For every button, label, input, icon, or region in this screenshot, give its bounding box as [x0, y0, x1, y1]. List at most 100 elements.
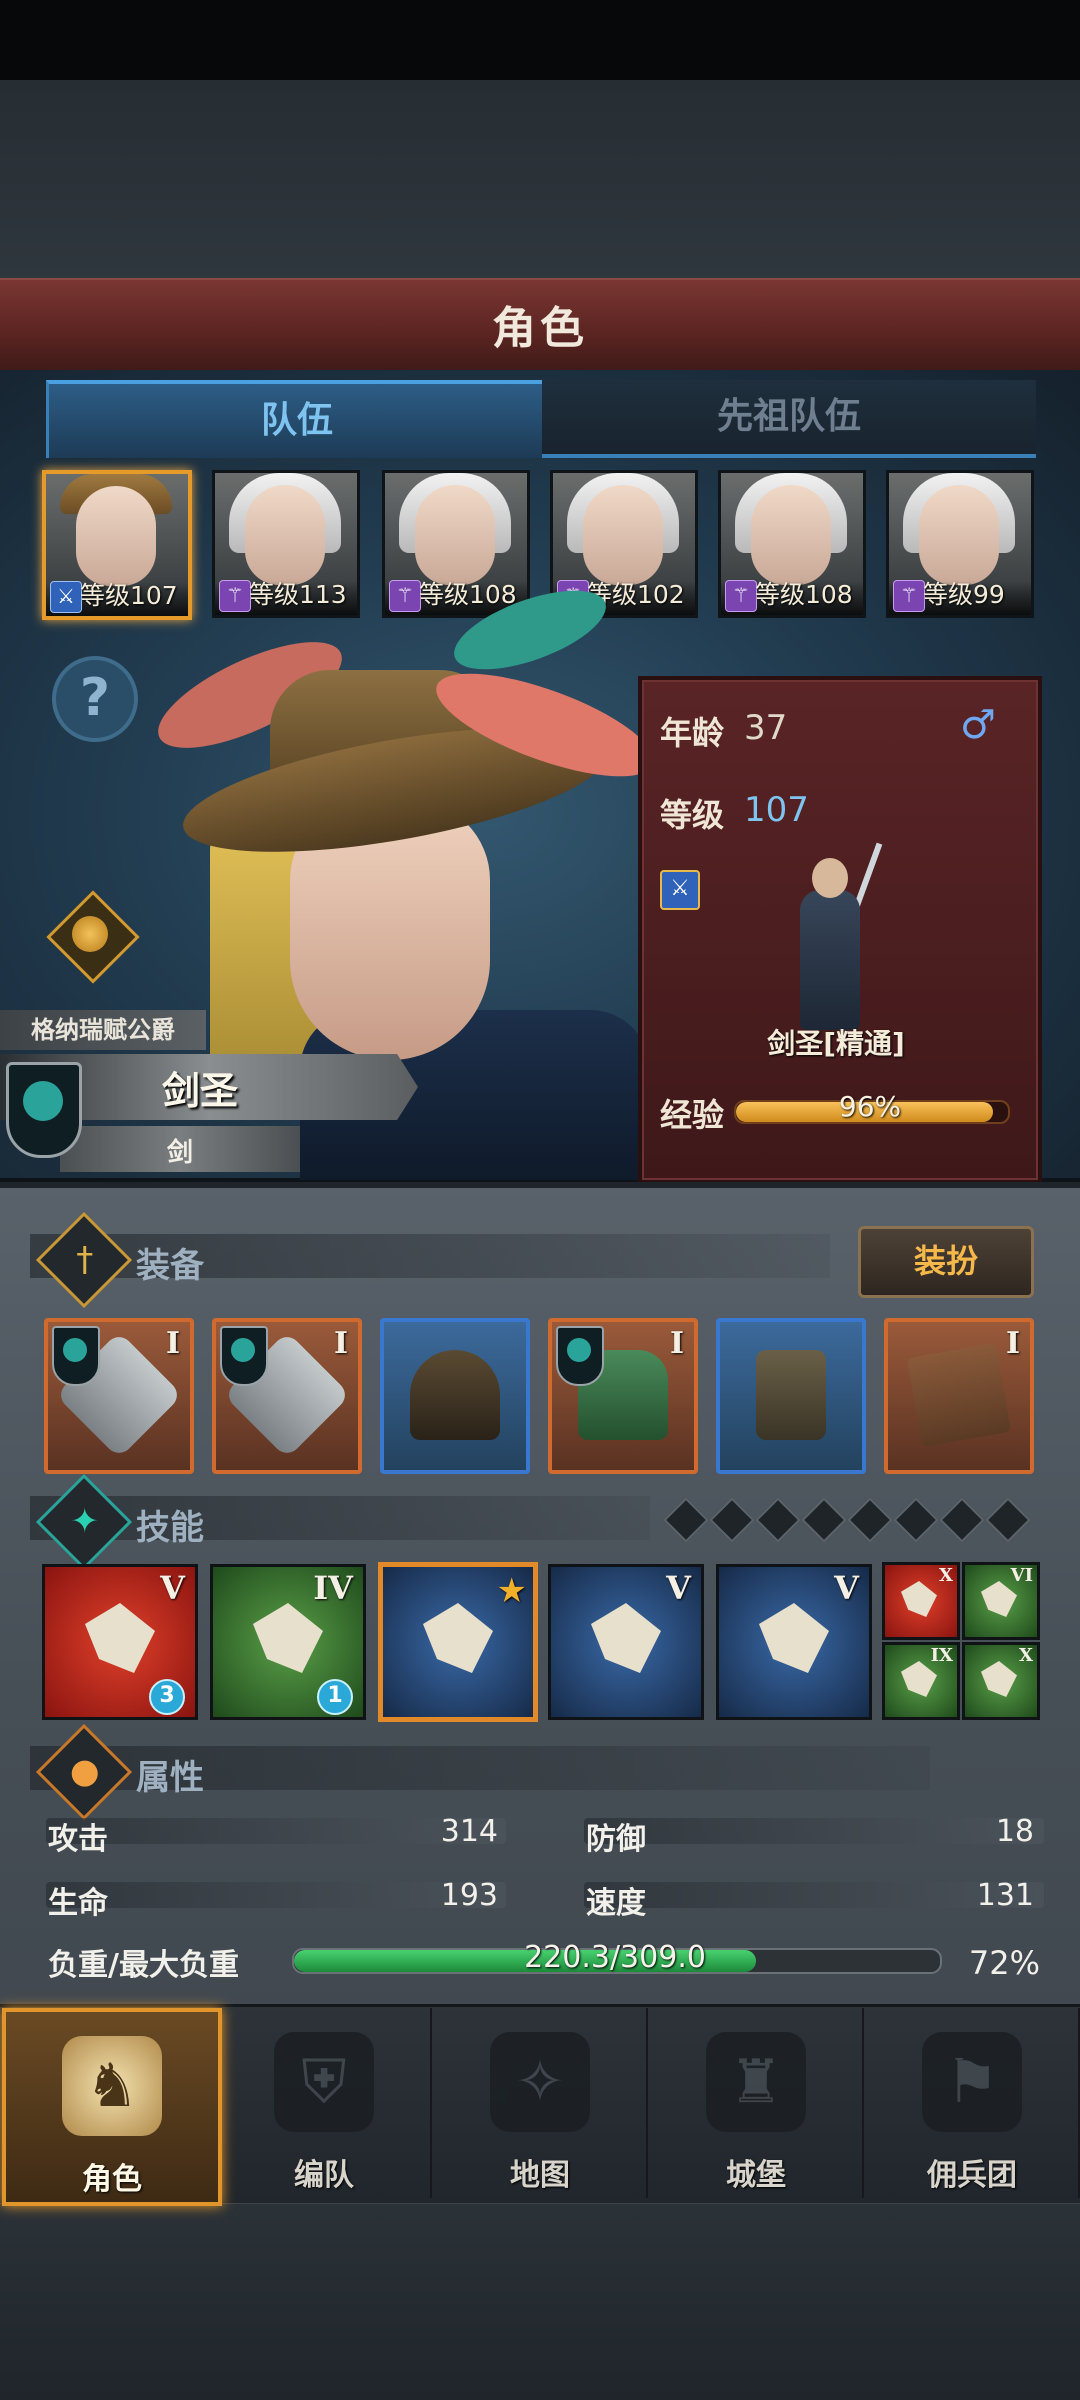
- person-icon: ●: [35, 1723, 133, 1821]
- hood-icon: [410, 1350, 500, 1440]
- crystal-sword-icon: [591, 1603, 661, 1673]
- equip-slot-book[interactable]: I: [884, 1318, 1034, 1474]
- equip-slot-weapon[interactable]: I: [44, 1318, 194, 1474]
- slot-tier: I: [669, 1326, 684, 1361]
- nav-mercenaries[interactable]: ⚑ 佣兵团: [866, 2008, 1080, 2198]
- crystal-claw-icon: [759, 1603, 829, 1673]
- exp-label: 经验: [660, 1096, 725, 1134]
- skill-tier: IV: [313, 1569, 353, 1607]
- portrait-level: 等级107: [80, 581, 178, 610]
- load-label: 负重/最大负重: [48, 1948, 239, 1983]
- class-figure[interactable]: [770, 840, 890, 1040]
- attack-label: 攻击: [48, 1822, 108, 1857]
- tab-team[interactable]: 队伍: [46, 380, 548, 458]
- weapon-plate-text: 剑: [166, 1138, 193, 1168]
- skill-tier: V: [160, 1569, 185, 1607]
- compass-map-icon: ✧: [490, 2032, 590, 2132]
- skill-slot-4[interactable]: V: [548, 1564, 704, 1720]
- attributes-section-icon: ●: [35, 1723, 133, 1821]
- nav-formation[interactable]: ⛨ 编队: [218, 2008, 432, 2198]
- shield-emblem-icon: [6, 1062, 82, 1158]
- portrait-level: 等级99: [923, 580, 1005, 609]
- equip-slot-head[interactable]: [380, 1318, 530, 1474]
- skill-charge-count: 1: [317, 1679, 353, 1715]
- portrait-face: [583, 485, 663, 585]
- staff-class-icon: ⚚: [389, 580, 421, 612]
- slot-tier: I: [1005, 1326, 1020, 1361]
- sword-class-icon: ⚔: [50, 581, 82, 613]
- passive-skill-2[interactable]: VI: [962, 1562, 1040, 1640]
- load-percent: 72%: [968, 1944, 1040, 1982]
- thrust-icon: [423, 1603, 493, 1673]
- party-member-portrait[interactable]: ⚔ 等级107: [42, 470, 192, 620]
- skill-tier: V: [834, 1569, 859, 1607]
- skill-charge-count: 3: [149, 1679, 185, 1715]
- nav-label: 城堡: [726, 2158, 786, 2193]
- party-member-portrait[interactable]: ⚚ 等级99: [886, 470, 1034, 618]
- bottom-backdrop: [0, 2198, 1080, 2400]
- potion-icon: [72, 916, 108, 952]
- skills-section-icon: ✦: [35, 1473, 133, 1571]
- party-member-portrait[interactable]: ⚚ 等级108: [718, 470, 866, 618]
- status-bar-area: [0, 0, 1080, 80]
- equip-slot-boots[interactable]: [716, 1318, 866, 1474]
- portrait-level: 等级113: [249, 580, 347, 609]
- party-member-portrait[interactable]: ⚚ 等级108: [382, 470, 530, 618]
- passive-skill-4[interactable]: X: [962, 1642, 1040, 1720]
- skill-tier: V: [666, 1569, 691, 1607]
- portrait-level: 等级108: [419, 580, 517, 609]
- hp-label: 生命: [48, 1886, 108, 1921]
- equip-slot-weapon-offhand[interactable]: I: [212, 1318, 362, 1474]
- portrait-face: [751, 485, 831, 585]
- portrait-face: [919, 485, 999, 585]
- slash-icon: [85, 1603, 155, 1673]
- skills-title: 技能: [136, 1508, 204, 1548]
- skill-tier: VI: [1010, 1565, 1033, 1586]
- strike-icon: [253, 1603, 323, 1673]
- skill-slot-1[interactable]: V 3: [42, 1564, 198, 1720]
- hp-value: 193: [440, 1878, 498, 1913]
- noble-title-plate: 格纳瑞赋公爵: [0, 1010, 206, 1050]
- shield-emblem-icon: [52, 1326, 100, 1386]
- slot-tier: I: [165, 1326, 180, 1361]
- skill-tier: IX: [930, 1645, 953, 1666]
- tab-ancestor-team[interactable]: 先祖队伍: [542, 380, 1036, 458]
- passive-skill-1[interactable]: X: [882, 1562, 960, 1640]
- class-name: 剑圣[精通]: [767, 1027, 905, 1060]
- level-label: 等级: [660, 796, 725, 834]
- nav-character[interactable]: ♞ 角色: [2, 2008, 222, 2206]
- book-icon: [906, 1342, 1012, 1448]
- help-button[interactable]: ?: [52, 656, 138, 742]
- shield-emblem-icon: [556, 1326, 604, 1386]
- skill-tier: X: [1019, 1645, 1033, 1666]
- star-icon: ★: [496, 1571, 527, 1611]
- equip-slot-armor[interactable]: I: [548, 1318, 698, 1474]
- outfit-button[interactable]: 装扮: [858, 1226, 1034, 1298]
- age-value: 37: [744, 708, 788, 748]
- portrait-face: [415, 485, 495, 585]
- level-value: 107: [744, 790, 809, 830]
- burst-icon: [901, 1661, 937, 1697]
- sword-icon: [901, 1581, 937, 1617]
- attack-value: 314: [440, 1814, 498, 1849]
- nav-castle[interactable]: ♜ 城堡: [650, 2008, 864, 2198]
- passive-skill-3[interactable]: IX: [882, 1642, 960, 1720]
- boots-icon: [756, 1350, 826, 1440]
- attributes-title: 属性: [136, 1758, 204, 1798]
- load-value: 220.3/309.0: [524, 1940, 706, 1975]
- potion-button[interactable]: [46, 890, 140, 984]
- sword-class-icon: ⚔: [660, 870, 700, 910]
- slot-tier: I: [333, 1326, 348, 1361]
- portrait-face: [245, 485, 325, 585]
- page-title: 角色: [492, 303, 588, 354]
- staff-class-icon: ⚚: [725, 580, 757, 612]
- knight-icon: ♞: [62, 2036, 162, 2136]
- speed-value: 131: [976, 1878, 1034, 1913]
- dagger-icon: †: [35, 1211, 133, 1309]
- skill-slot-2[interactable]: IV 1: [210, 1564, 366, 1720]
- portrait-level-strip: ⚚ 等级108: [721, 580, 863, 615]
- skill-slot-5[interactable]: V: [716, 1564, 872, 1720]
- party-member-portrait[interactable]: ⚚ 等级113: [212, 470, 360, 618]
- skill-slot-3[interactable]: ★: [380, 1564, 536, 1720]
- nav-map[interactable]: ✧ 地图: [434, 2008, 648, 2198]
